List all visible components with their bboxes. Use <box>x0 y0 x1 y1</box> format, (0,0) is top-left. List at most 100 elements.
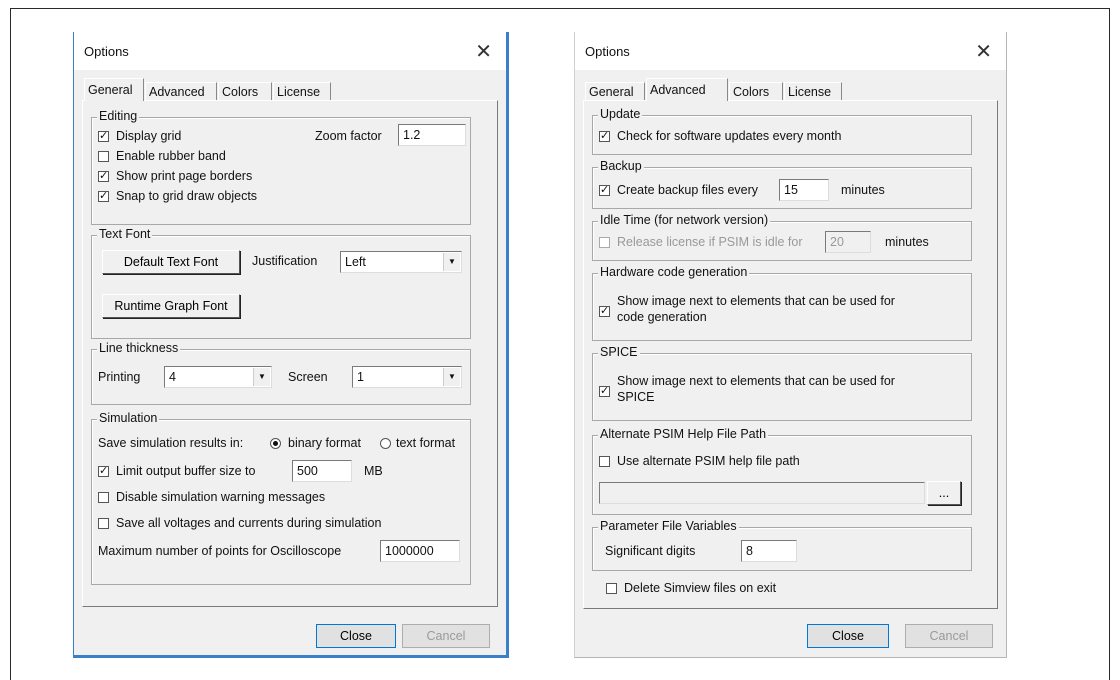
text-format-radio[interactable] <box>380 438 391 449</box>
text-font-group: Text Font Default Text Font Justificatio… <box>91 227 471 339</box>
tab-license[interactable]: License <box>273 82 331 100</box>
tab-colors[interactable]: Colors <box>729 82 783 100</box>
use-alternate-path-label: Use alternate PSIM help file path <box>617 454 800 468</box>
spice-legend: SPICE <box>598 345 640 359</box>
default-text-font-button[interactable]: Default Text Font <box>102 250 240 274</box>
tab-license[interactable]: License <box>784 82 842 100</box>
idle-time-group: Idle Time (for network version) Release … <box>592 213 972 261</box>
param-file-group: Parameter File Variables Significant dig… <box>592 519 972 571</box>
zoom-factor-input[interactable] <box>398 124 466 146</box>
close-icon[interactable]: ✕ <box>975 39 992 64</box>
title-bar: Options ✕ <box>575 32 1006 70</box>
help-path-group: Alternate PSIM Help File Path Use altern… <box>592 427 972 515</box>
limit-buffer-label: Limit output buffer size to <box>116 464 256 478</box>
idle-time-legend: Idle Time (for network version) <box>598 213 771 227</box>
dialog-title: Options <box>585 44 630 59</box>
check-updates-checkbox[interactable]: ✓ <box>599 131 610 142</box>
chevron-down-icon[interactable]: ▼ <box>443 368 460 386</box>
printing-label: Printing <box>98 370 141 384</box>
tab-advanced[interactable]: Advanced <box>646 78 728 101</box>
justification-select[interactable]: Left ▼ <box>340 251 462 273</box>
use-alternate-path-checkbox[interactable] <box>599 456 610 467</box>
close-icon[interactable]: ✕ <box>475 39 492 64</box>
display-grid-checkbox[interactable]: ✓ <box>98 131 109 142</box>
close-button[interactable]: Close <box>807 624 889 648</box>
browse-button[interactable]: ... <box>927 481 961 505</box>
zoom-factor-label: Zoom factor <box>315 129 382 143</box>
save-all-voltages-label: Save all voltages and currents during si… <box>116 516 382 530</box>
snap-to-grid-label: Snap to grid draw objects <box>116 189 258 203</box>
chevron-down-icon[interactable]: ▼ <box>443 253 460 271</box>
justification-value: Left <box>345 255 366 269</box>
hardware-code-group: Hardware code generation ✓ Show image ne… <box>592 265 972 341</box>
spice-show-image-label-line2: SPICE <box>617 390 655 404</box>
chevron-down-icon[interactable]: ▼ <box>253 368 270 386</box>
save-all-voltages-checkbox[interactable] <box>98 518 109 529</box>
significant-digits-label: Significant digits <box>605 544 696 558</box>
screen-value: 1 <box>357 370 364 384</box>
editing-legend: Editing <box>97 109 140 123</box>
enable-rubber-band-checkbox[interactable] <box>98 151 109 162</box>
printing-value: 4 <box>169 370 176 384</box>
display-grid-label: Display grid <box>116 129 182 143</box>
tab-panel-advanced: Update ✓ Check for software updates ever… <box>583 100 998 609</box>
hardware-show-image-label-line1: Show image next to elements that can be … <box>617 294 895 308</box>
backup-group: Backup ✓ Create backup files every minut… <box>592 159 972 209</box>
tab-general[interactable]: General <box>84 78 144 101</box>
update-group: Update ✓ Check for software updates ever… <box>592 107 972 155</box>
max-points-label: Maximum number of points for Oscilloscop… <box>98 544 342 558</box>
justification-label: Justification <box>252 254 318 268</box>
tab-panel-general: Editing ✓ Display grid Enable rubber ban… <box>82 100 498 607</box>
tab-colors[interactable]: Colors <box>218 82 272 100</box>
screen-select[interactable]: 1 ▼ <box>352 366 462 388</box>
create-backup-checkbox[interactable]: ✓ <box>599 185 610 196</box>
release-license-checkbox[interactable] <box>599 237 610 248</box>
cancel-button[interactable]: Cancel <box>402 624 490 648</box>
tab-general[interactable]: General <box>585 82 645 100</box>
help-path-input[interactable] <box>599 482 925 504</box>
disable-warnings-label: Disable simulation warning messages <box>116 490 326 504</box>
editing-group: Editing ✓ Display grid Enable rubber ban… <box>91 109 471 225</box>
show-print-page-borders-checkbox[interactable]: ✓ <box>98 171 109 182</box>
buffer-size-input[interactable] <box>292 460 352 482</box>
spice-group: SPICE ✓ Show image next to elements that… <box>592 345 972 421</box>
binary-format-radio[interactable] <box>270 438 281 449</box>
idle-time-unit: minutes <box>885 235 929 249</box>
backup-interval-input[interactable] <box>779 179 829 201</box>
release-license-label: Release license if PSIM is idle for <box>617 235 803 249</box>
hardware-code-legend: Hardware code generation <box>598 265 750 279</box>
tab-advanced[interactable]: Advanced <box>145 82 217 100</box>
spice-show-image-checkbox[interactable]: ✓ <box>599 386 610 397</box>
printing-select[interactable]: 4 ▼ <box>164 366 272 388</box>
backup-legend: Backup <box>598 159 644 173</box>
save-results-label: Save simulation results in: <box>98 436 244 450</box>
backup-interval-unit: minutes <box>841 183 885 197</box>
simulation-group: Simulation Save simulation results in: b… <box>91 411 471 585</box>
enable-rubber-band-label: Enable rubber band <box>116 149 226 163</box>
show-print-page-borders-label: Show print page borders <box>116 169 253 183</box>
hardware-show-image-label-line2: code generation <box>617 310 707 324</box>
help-path-legend: Alternate PSIM Help File Path <box>598 427 769 441</box>
binary-format-label: binary format <box>288 436 361 450</box>
options-dialog-advanced: Options ✕ General Advanced Colors Licens… <box>574 32 1007 658</box>
line-thickness-legend: Line thickness <box>97 341 181 355</box>
cancel-button[interactable]: Cancel <box>905 624 993 648</box>
max-points-input[interactable] <box>380 540 460 562</box>
delete-simview-checkbox[interactable] <box>606 583 617 594</box>
delete-simview-label: Delete Simview files on exit <box>624 581 777 595</box>
close-button[interactable]: Close <box>316 624 396 648</box>
check-updates-label: Check for software updates every month <box>617 129 842 143</box>
title-bar: Options ✕ <box>74 32 506 70</box>
buffer-unit-label: MB <box>364 464 383 478</box>
limit-buffer-checkbox[interactable]: ✓ <box>98 466 109 477</box>
snap-to-grid-checkbox[interactable]: ✓ <box>98 191 109 202</box>
text-format-label: text format <box>396 436 456 450</box>
idle-time-input[interactable] <box>825 231 871 253</box>
update-legend: Update <box>598 107 643 121</box>
simulation-legend: Simulation <box>97 411 160 425</box>
significant-digits-input[interactable] <box>741 540 797 562</box>
line-thickness-group: Line thickness Printing 4 ▼ Screen 1 ▼ <box>91 341 471 405</box>
runtime-graph-font-button[interactable]: Runtime Graph Font <box>102 294 240 318</box>
disable-warnings-checkbox[interactable] <box>98 492 109 503</box>
hardware-show-image-checkbox[interactable]: ✓ <box>599 306 610 317</box>
